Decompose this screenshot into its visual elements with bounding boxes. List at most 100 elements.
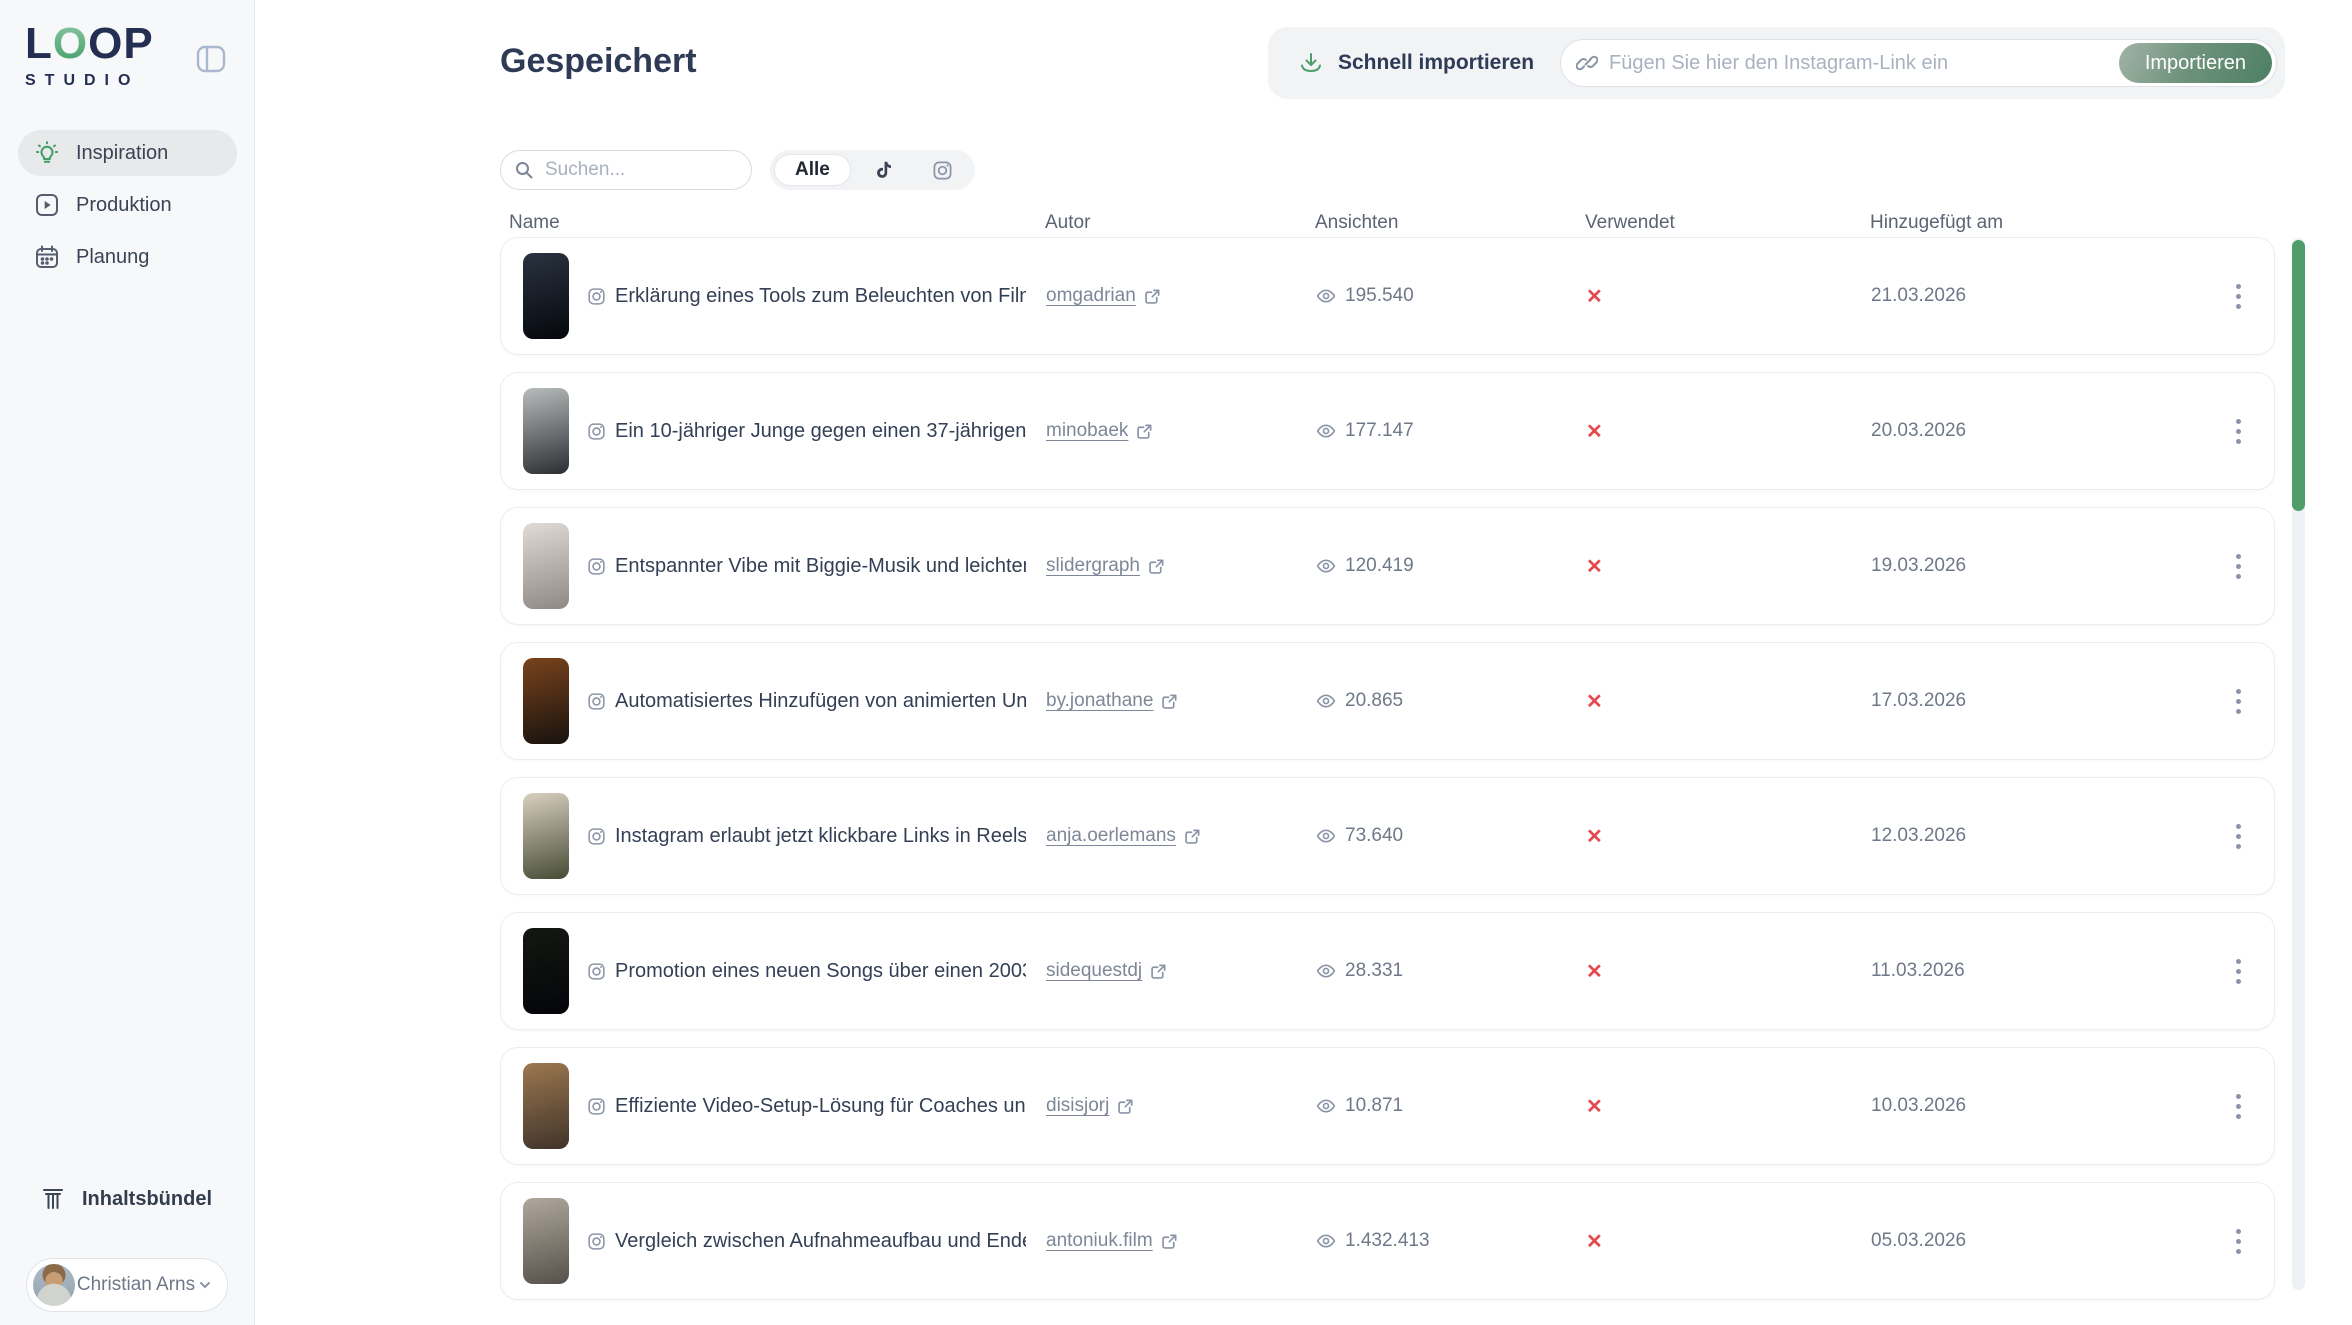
not-used-icon: ✕	[1586, 554, 1871, 579]
import-button[interactable]: Importieren	[2119, 43, 2272, 83]
video-title: Entspannter Vibe mit Biggie-Musik und le…	[615, 555, 1026, 578]
calendar-icon	[34, 244, 60, 270]
sidebar-item-inhaltsbuendel[interactable]: Inhaltsbündel	[40, 1186, 212, 1212]
table-row[interactable]: Effiziente Video-Setup-Lösung für Coache…	[500, 1047, 2275, 1165]
chevron-down-icon	[197, 1277, 213, 1293]
external-link-icon[interactable]	[1161, 1233, 1178, 1250]
filter-tiktok-tab[interactable]	[855, 154, 911, 186]
author-link[interactable]: anja.oerlemans	[1046, 825, 1176, 847]
external-link-icon[interactable]	[1150, 963, 1167, 980]
sidebar-item-label: Planung	[76, 246, 149, 269]
saved-list: Erklärung eines Tools zum Beleuchten von…	[500, 237, 2275, 1300]
scrollbar-track[interactable]	[2292, 238, 2305, 1290]
external-link-icon[interactable]	[1117, 1098, 1134, 1115]
eye-icon	[1316, 286, 1336, 306]
added-date: 19.03.2026	[1871, 555, 2224, 577]
not-used-icon: ✕	[1586, 284, 1871, 309]
instagram-icon	[587, 692, 606, 711]
view-count: 1.432.413	[1345, 1230, 1430, 1252]
external-link-icon[interactable]	[1144, 288, 1161, 305]
instagram-icon	[587, 557, 606, 576]
table-row[interactable]: Vergleich zwischen Aufnahmeaufbau und En…	[500, 1182, 2275, 1300]
logo-letter: O	[88, 19, 123, 68]
external-link-icon[interactable]	[1136, 423, 1153, 440]
view-count: 195.540	[1345, 285, 1414, 307]
video-thumbnail[interactable]	[523, 523, 569, 609]
table-row[interactable]: Automatisiertes Hinzufügen von animierte…	[500, 642, 2275, 760]
sidebar-item-produktion[interactable]: Produktion	[18, 182, 237, 228]
search-wrap	[500, 150, 752, 190]
sidebar-item-label: Produktion	[76, 194, 172, 217]
eye-icon	[1316, 691, 1336, 711]
column-header-autor: Autor	[1045, 212, 1315, 234]
eye-icon	[1316, 826, 1336, 846]
instagram-icon	[587, 1097, 606, 1116]
not-used-icon: ✕	[1586, 689, 1871, 714]
author-link[interactable]: disisjorj	[1046, 1095, 1109, 1117]
table-row[interactable]: Instagram erlaubt jetzt klickbare Links …	[500, 777, 2275, 895]
filter-all-tab[interactable]: Alle	[774, 154, 851, 186]
video-thumbnail[interactable]	[523, 793, 569, 879]
added-date: 12.03.2026	[1871, 825, 2224, 847]
search-icon	[514, 160, 534, 180]
view-count: 177.147	[1345, 420, 1414, 442]
platform-filter-group: Alle	[770, 150, 975, 190]
video-title: Effiziente Video-Setup-Lösung für Coache…	[615, 1095, 1026, 1118]
author-link[interactable]: slidergraph	[1046, 555, 1140, 577]
column-icon	[40, 1186, 66, 1212]
sidebar-toggle-icon[interactable]	[196, 44, 226, 74]
sidebar-item-inspiration[interactable]: Inspiration	[18, 130, 237, 176]
user-menu[interactable]: Christian Arns	[26, 1258, 228, 1312]
row-menu-button[interactable]	[2224, 951, 2252, 991]
external-link-icon[interactable]	[1184, 828, 1201, 845]
search-input[interactable]	[500, 150, 752, 190]
sidebar-item-planung[interactable]: Planung	[18, 234, 237, 280]
author-link[interactable]: minobaek	[1046, 420, 1128, 442]
video-thumbnail[interactable]	[523, 388, 569, 474]
instagram-icon	[587, 827, 606, 846]
eye-icon	[1316, 556, 1336, 576]
logo-word: LOOP	[25, 22, 154, 66]
row-menu-button[interactable]	[2224, 1221, 2252, 1261]
logo-letter: P	[123, 19, 153, 68]
video-thumbnail[interactable]	[523, 1063, 569, 1149]
table-row[interactable]: Promotion eines neuen Songs über einen 2…	[500, 912, 2275, 1030]
video-thumbnail[interactable]	[523, 253, 569, 339]
external-link-icon[interactable]	[1161, 693, 1178, 710]
scrollbar-thumb[interactable]	[2292, 240, 2305, 511]
view-count: 73.640	[1345, 825, 1403, 847]
eye-icon	[1316, 421, 1336, 441]
row-menu-button[interactable]	[2224, 546, 2252, 586]
table-row[interactable]: Entspannter Vibe mit Biggie-Musik und le…	[500, 507, 2275, 625]
row-menu-button[interactable]	[2224, 816, 2252, 856]
column-header-name: Name	[509, 212, 1045, 234]
row-menu-button[interactable]	[2224, 276, 2252, 316]
author-link[interactable]: by.jonathane	[1046, 690, 1153, 712]
author-link[interactable]: antoniuk.film	[1046, 1230, 1153, 1252]
lightbulb-icon	[34, 140, 60, 166]
column-header-hinzugefuegt: Hinzugefügt am	[1870, 212, 2223, 234]
row-menu-button[interactable]	[2224, 681, 2252, 721]
not-used-icon: ✕	[1586, 1094, 1871, 1119]
table-row[interactable]: Erklärung eines Tools zum Beleuchten von…	[500, 237, 2275, 355]
added-date: 11.03.2026	[1871, 960, 2224, 982]
video-thumbnail[interactable]	[523, 658, 569, 744]
video-thumbnail[interactable]	[523, 1198, 569, 1284]
row-menu-button[interactable]	[2224, 411, 2252, 451]
bundle-label: Inhaltsbündel	[82, 1188, 212, 1211]
added-date: 20.03.2026	[1871, 420, 2224, 442]
play-icon	[34, 192, 60, 218]
main-content: Gespeichert Schnell importieren Importie…	[255, 0, 2352, 1325]
row-menu-button[interactable]	[2224, 1086, 2252, 1126]
added-date: 21.03.2026	[1871, 285, 2224, 307]
link-icon	[1576, 52, 1598, 74]
video-thumbnail[interactable]	[523, 928, 569, 1014]
logo-letter-green: O	[53, 19, 88, 68]
external-link-icon[interactable]	[1148, 558, 1165, 575]
column-header-verwendet: Verwendet	[1585, 212, 1870, 234]
filter-instagram-tab[interactable]	[915, 154, 971, 186]
author-link[interactable]: sidequestdj	[1046, 960, 1142, 982]
table-row[interactable]: Ein 10-jähriger Junge gegen einen 37-jäh…	[500, 372, 2275, 490]
author-link[interactable]: omgadrian	[1046, 285, 1136, 307]
video-title: Promotion eines neuen Songs über einen 2…	[615, 960, 1026, 983]
